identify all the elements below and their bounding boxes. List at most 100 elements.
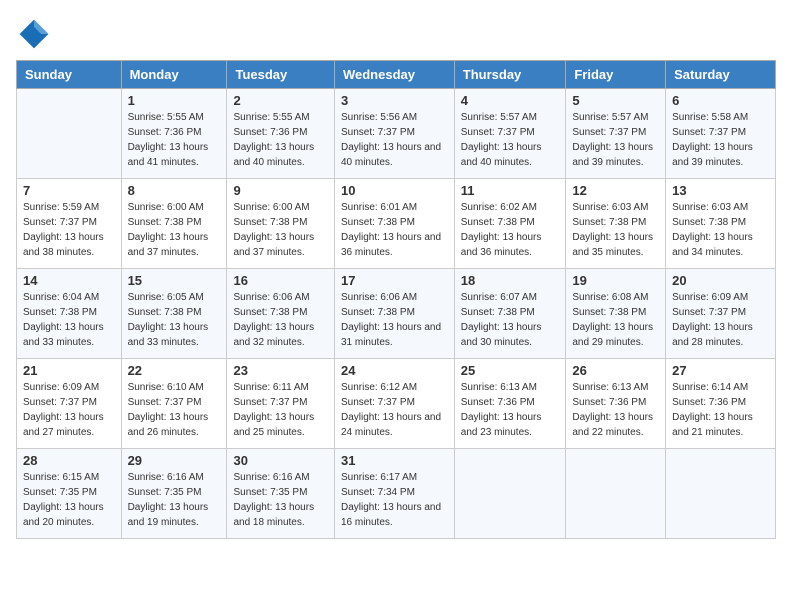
day-number: 7	[23, 183, 115, 198]
cell-info: Sunrise: 5:57 AMSunset: 7:37 PMDaylight:…	[461, 110, 560, 170]
calendar-cell: 16Sunrise: 6:06 AMSunset: 7:38 PMDayligh…	[227, 269, 335, 359]
calendar-cell: 26 Sunrise: 6:13 AMSunset: 7:36 PMDayligh…	[566, 359, 666, 449]
calendar-cell: 19 Sunrise: 6:08 AMSunset: 7:38 PMDayligh…	[566, 269, 666, 359]
day-number: 11	[461, 183, 560, 198]
calendar-cell: 3 Sunrise: 5:56 AMSunset: 7:37 PMDaylight…	[334, 89, 454, 179]
header-wednesday: Wednesday	[334, 61, 454, 89]
header-tuesday: Tuesday	[227, 61, 335, 89]
calendar-cell: 25 Sunrise: 6:13 AMSunset: 7:36 PMDayligh…	[454, 359, 566, 449]
calendar-week-row: 21 Sunrise: 6:09 AMSunset: 7:37 PMDayligh…	[17, 359, 776, 449]
cell-info: Sunrise: 5:58 AMSunset: 7:37 PMDaylight:…	[672, 110, 769, 170]
calendar-cell: 21 Sunrise: 6:09 AMSunset: 7:37 PMDayligh…	[17, 359, 122, 449]
calendar-cell: 30 Sunrise: 6:16 AMSunset: 7:35 PMDayligh…	[227, 449, 335, 539]
cell-info: Sunrise: 6:00 AMSunset: 7:38 PMDaylight:…	[128, 200, 221, 260]
cell-info: Sunrise: 6:08 AMSunset: 7:38 PMDaylight:…	[572, 290, 659, 350]
cell-info: Sunrise: 6:09 AMSunset: 7:37 PMDaylight:…	[23, 380, 115, 440]
calendar-cell: 15Sunrise: 6:05 AMSunset: 7:38 PMDayligh…	[121, 269, 227, 359]
cell-info: Sunrise: 6:02 AMSunset: 7:38 PMDaylight:…	[461, 200, 560, 260]
calendar-cell: 1 Sunrise: 5:55 AMSunset: 7:36 PMDaylight…	[121, 89, 227, 179]
calendar-cell: 5 Sunrise: 5:57 AMSunset: 7:37 PMDaylight…	[566, 89, 666, 179]
calendar-cell: 7 Sunrise: 5:59 AMSunset: 7:37 PMDaylight…	[17, 179, 122, 269]
day-number: 17	[341, 273, 448, 288]
calendar-cell: 29 Sunrise: 6:16 AMSunset: 7:35 PMDayligh…	[121, 449, 227, 539]
calendar-week-row: 28 Sunrise: 6:15 AMSunset: 7:35 PMDayligh…	[17, 449, 776, 539]
calendar-cell: 2 Sunrise: 5:55 AMSunset: 7:36 PMDaylight…	[227, 89, 335, 179]
cell-info: Sunrise: 6:14 AMSunset: 7:36 PMDaylight:…	[672, 380, 769, 440]
calendar-cell: 4 Sunrise: 5:57 AMSunset: 7:37 PMDaylight…	[454, 89, 566, 179]
calendar-cell: 13 Sunrise: 6:03 AMSunset: 7:38 PMDayligh…	[666, 179, 776, 269]
calendar-header-row: SundayMondayTuesdayWednesdayThursdayFrid…	[17, 61, 776, 89]
calendar-cell: 23 Sunrise: 6:11 AMSunset: 7:37 PMDayligh…	[227, 359, 335, 449]
cell-info: Sunrise: 5:55 AMSunset: 7:36 PMDaylight:…	[128, 110, 221, 170]
day-number: 18	[461, 273, 560, 288]
day-number: 8	[128, 183, 221, 198]
day-number: 24	[341, 363, 448, 378]
calendar-week-row: 7 Sunrise: 5:59 AMSunset: 7:37 PMDaylight…	[17, 179, 776, 269]
calendar-cell: 6 Sunrise: 5:58 AMSunset: 7:37 PMDaylight…	[666, 89, 776, 179]
calendar-week-row: 1 Sunrise: 5:55 AMSunset: 7:36 PMDaylight…	[17, 89, 776, 179]
day-number: 2	[233, 93, 328, 108]
day-number: 29	[128, 453, 221, 468]
day-number: 1	[128, 93, 221, 108]
cell-info: Sunrise: 6:11 AMSunset: 7:37 PMDaylight:…	[233, 380, 328, 440]
day-number: 23	[233, 363, 328, 378]
calendar-week-row: 14 Sunrise: 6:04 AMSunset: 7:38 PMDayligh…	[17, 269, 776, 359]
day-number: 9	[233, 183, 328, 198]
calendar-cell	[454, 449, 566, 539]
cell-info: Sunrise: 6:16 AMSunset: 7:35 PMDaylight:…	[128, 470, 221, 530]
day-number: 30	[233, 453, 328, 468]
day-number: 19	[572, 273, 659, 288]
cell-info: Sunrise: 6:00 AMSunset: 7:38 PMDaylight:…	[233, 200, 328, 260]
cell-info: Sunrise: 5:55 AMSunset: 7:36 PMDaylight:…	[233, 110, 328, 170]
cell-info: Sunrise: 6:13 AMSunset: 7:36 PMDaylight:…	[572, 380, 659, 440]
calendar-cell	[666, 449, 776, 539]
day-number: 10	[341, 183, 448, 198]
day-number: 14	[23, 273, 115, 288]
cell-info: Sunrise: 6:10 AMSunset: 7:37 PMDaylight:…	[128, 380, 221, 440]
day-number: 21	[23, 363, 115, 378]
cell-info: Sunrise: 6:03 AMSunset: 7:38 PMDaylight:…	[672, 200, 769, 260]
calendar-cell: 8 Sunrise: 6:00 AMSunset: 7:38 PMDaylight…	[121, 179, 227, 269]
calendar-cell: 20Sunrise: 6:09 AMSunset: 7:37 PMDayligh…	[666, 269, 776, 359]
calendar-cell: 11 Sunrise: 6:02 AMSunset: 7:38 PMDayligh…	[454, 179, 566, 269]
header-saturday: Saturday	[666, 61, 776, 89]
calendar-cell: 9 Sunrise: 6:00 AMSunset: 7:38 PMDaylight…	[227, 179, 335, 269]
day-number: 26	[572, 363, 659, 378]
calendar-cell: 18 Sunrise: 6:07 AMSunset: 7:38 PMDayligh…	[454, 269, 566, 359]
page-header	[16, 16, 776, 52]
day-number: 6	[672, 93, 769, 108]
day-number: 5	[572, 93, 659, 108]
calendar-cell: 10 Sunrise: 6:01 AMSunset: 7:38 PMDayligh…	[334, 179, 454, 269]
cell-info: Sunrise: 5:59 AMSunset: 7:37 PMDaylight:…	[23, 200, 115, 260]
cell-info: Sunrise: 6:06 AMSunset: 7:38 PMDaylight:…	[233, 290, 328, 350]
cell-info: Sunrise: 6:17 AMSunset: 7:34 PMDaylight:…	[341, 470, 448, 530]
cell-info: Sunrise: 6:07 AMSunset: 7:38 PMDaylight:…	[461, 290, 560, 350]
cell-info: Sunrise: 6:01 AMSunset: 7:38 PMDaylight:…	[341, 200, 448, 260]
day-number: 27	[672, 363, 769, 378]
calendar-cell	[17, 89, 122, 179]
day-number: 31	[341, 453, 448, 468]
cell-info: Sunrise: 6:04 AMSunset: 7:38 PMDaylight:…	[23, 290, 115, 350]
cell-info: Sunrise: 5:56 AMSunset: 7:37 PMDaylight:…	[341, 110, 448, 170]
cell-info: Sunrise: 6:03 AMSunset: 7:38 PMDaylight:…	[572, 200, 659, 260]
day-number: 15	[128, 273, 221, 288]
day-number: 13	[672, 183, 769, 198]
header-friday: Friday	[566, 61, 666, 89]
day-number: 28	[23, 453, 115, 468]
day-number: 4	[461, 93, 560, 108]
cell-info: Sunrise: 6:16 AMSunset: 7:35 PMDaylight:…	[233, 470, 328, 530]
cell-info: Sunrise: 6:13 AMSunset: 7:36 PMDaylight:…	[461, 380, 560, 440]
day-number: 22	[128, 363, 221, 378]
calendar-cell: 22 Sunrise: 6:10 AMSunset: 7:37 PMDayligh…	[121, 359, 227, 449]
day-number: 3	[341, 93, 448, 108]
cell-info: Sunrise: 6:12 AMSunset: 7:37 PMDaylight:…	[341, 380, 448, 440]
day-number: 25	[461, 363, 560, 378]
calendar-cell: 17 Sunrise: 6:06 AMSunset: 7:38 PMDayligh…	[334, 269, 454, 359]
cell-info: Sunrise: 6:15 AMSunset: 7:35 PMDaylight:…	[23, 470, 115, 530]
calendar-cell: 24 Sunrise: 6:12 AMSunset: 7:37 PMDayligh…	[334, 359, 454, 449]
calendar-cell: 12Sunrise: 6:03 AMSunset: 7:38 PMDayligh…	[566, 179, 666, 269]
cell-info: Sunrise: 5:57 AMSunset: 7:37 PMDaylight:…	[572, 110, 659, 170]
cell-info: Sunrise: 6:09 AMSunset: 7:37 PMDaylight:…	[672, 290, 769, 350]
header-monday: Monday	[121, 61, 227, 89]
cell-info: Sunrise: 6:06 AMSunset: 7:38 PMDaylight:…	[341, 290, 448, 350]
